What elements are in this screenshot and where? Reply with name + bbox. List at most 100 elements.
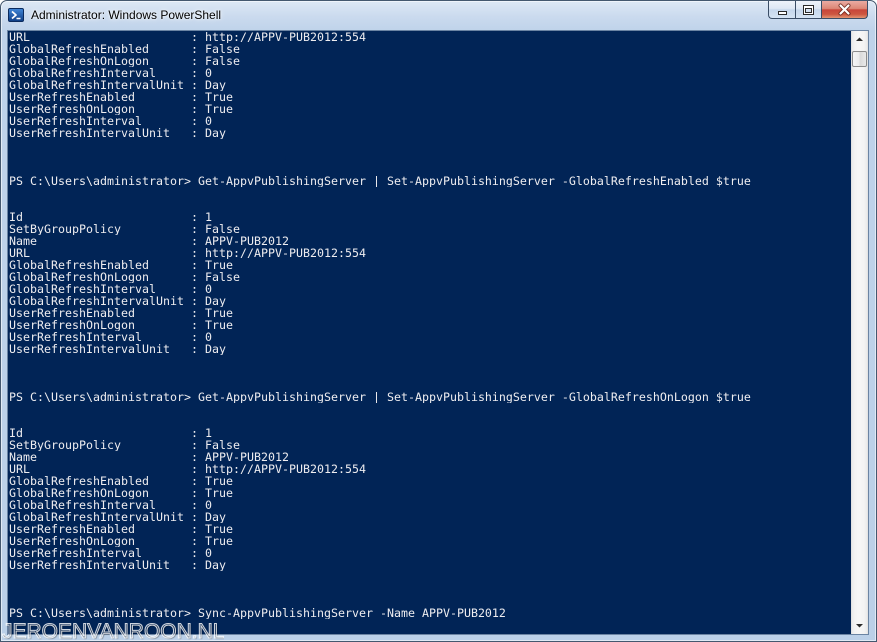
property-value: Day xyxy=(205,343,226,355)
property-value: 0 xyxy=(205,499,212,511)
powershell-icon[interactable] xyxy=(8,7,24,23)
property-separator: : xyxy=(191,511,198,523)
property-name: UserRefreshIntervalUnit xyxy=(9,127,170,139)
property-name: GlobalRefreshIntervalUnit xyxy=(9,295,184,307)
property-value: True xyxy=(205,535,233,547)
property-name: UserRefreshIntervalUnit xyxy=(9,559,170,571)
property-value: Day xyxy=(205,511,226,523)
property-value: APPV-PUB2012 xyxy=(205,451,289,463)
property-name: UserRefreshIntervalUnit xyxy=(9,343,170,355)
property-row: GlobalRefreshInterval:0 xyxy=(9,499,851,511)
property-name: UserRefreshEnabled xyxy=(9,307,135,319)
property-row: SetByGroupPolicy: False xyxy=(9,223,851,235)
title-bar[interactable]: Administrator: Windows PowerShell xyxy=(1,1,876,31)
command-line: PS C:\Users\administrator> Get-AppvPublis… xyxy=(9,175,851,187)
command-text: Sync-AppvPublishingServer -Name APPV-PUB… xyxy=(197,607,506,619)
property-name: GlobalRefreshInterval xyxy=(9,67,156,79)
property-separator: : xyxy=(191,547,198,559)
property-row: URL: http://APPV-PUB2012:554 xyxy=(9,463,851,475)
property-separator: : xyxy=(191,451,198,463)
property-separator: : xyxy=(191,319,198,331)
property-name: UserRefreshOnLogon xyxy=(9,319,135,331)
property-row: GlobalRefreshEnabled: True xyxy=(9,475,851,487)
command-text: Get-AppvPublishingServer | Set-AppvPubli… xyxy=(197,391,751,403)
property-separator: : xyxy=(191,103,198,115)
property-row: Name: APPV-PUB2012 xyxy=(9,451,851,463)
property-separator: : xyxy=(191,463,198,475)
output-block: Id:1 SetByGroupPolicy: False Name: APPV-PUB2… xyxy=(9,211,851,355)
property-value: True xyxy=(205,475,233,487)
property-name: SetByGroupPolicy xyxy=(9,223,121,235)
property-row: UserRefreshInterval:0 xyxy=(9,331,851,343)
property-value: Day xyxy=(205,295,226,307)
property-separator: : xyxy=(191,295,198,307)
close-button[interactable] xyxy=(821,1,868,19)
prompt-text: PS C:\Users\administrator> xyxy=(9,607,191,619)
property-row: UserRefreshOnLogon: True xyxy=(9,535,851,547)
property-row: UserRefreshEnabled: True xyxy=(9,307,851,319)
scroll-down-button[interactable] xyxy=(851,617,868,634)
property-separator: : xyxy=(191,31,198,43)
property-value: 0 xyxy=(205,115,212,127)
vertical-scrollbar[interactable] xyxy=(851,31,868,634)
property-separator: : xyxy=(191,271,198,283)
property-value: False xyxy=(205,223,240,235)
property-row: UserRefreshInterval:0 xyxy=(9,547,851,559)
property-row: UserRefreshIntervalUnit: Day xyxy=(9,343,851,355)
property-separator: : xyxy=(191,79,198,91)
property-name: GlobalRefreshOnLogon xyxy=(9,271,149,283)
property-row: GlobalRefreshEnabled: False xyxy=(9,43,851,55)
property-value: True xyxy=(205,103,233,115)
property-row: GlobalRefreshIntervalUnit: Day xyxy=(9,295,851,307)
property-name: UserRefreshEnabled xyxy=(9,523,135,535)
property-value: http://APPV-PUB2012:554 xyxy=(205,31,366,43)
property-separator: : xyxy=(191,499,198,511)
property-row: GlobalRefreshInterval:0 xyxy=(9,283,851,295)
console-output[interactable]: URL: http://APPV-PUB2012:554 GlobalRefresh… xyxy=(8,31,851,634)
property-row: URL: http://APPV-PUB2012:554 xyxy=(9,31,851,43)
property-separator: : xyxy=(191,559,198,571)
property-row: SetByGroupPolicy: False xyxy=(9,439,851,451)
property-value: True xyxy=(205,523,233,535)
property-value: 0 xyxy=(205,283,212,295)
property-separator: : xyxy=(191,331,198,343)
property-value: True xyxy=(205,487,233,499)
property-separator: : xyxy=(191,535,198,547)
property-name: URL xyxy=(9,463,30,475)
property-value: http://APPV-PUB2012:554 xyxy=(205,463,366,475)
property-separator: : xyxy=(191,223,198,235)
arrow-down-icon xyxy=(851,617,868,634)
property-name: UserRefreshInterval xyxy=(9,331,142,343)
property-row: GlobalRefreshOnLogon: True xyxy=(9,487,851,499)
property-row: UserRefreshEnabled: True xyxy=(9,91,851,103)
property-name: Name xyxy=(9,451,37,463)
output-block: Id:1 SetByGroupPolicy: False Name: APPV-PUB2… xyxy=(9,427,851,571)
property-row: GlobalRefreshInterval:0 xyxy=(9,67,851,79)
property-name: Name xyxy=(9,235,37,247)
property-value: False xyxy=(205,439,240,451)
property-separator: : xyxy=(191,91,198,103)
property-value: False xyxy=(205,271,240,283)
scroll-up-button[interactable] xyxy=(851,31,868,48)
property-separator: : xyxy=(191,475,198,487)
property-row: UserRefreshIntervalUnit: Day xyxy=(9,127,851,139)
output-block: URL: http://APPV-PUB2012:554 GlobalRefresh… xyxy=(9,31,851,139)
property-name: GlobalRefreshOnLogon xyxy=(9,487,149,499)
property-value: APPV-PUB2012 xyxy=(205,235,289,247)
property-row: GlobalRefreshIntervalUnit: Day xyxy=(9,79,851,91)
property-row: URL: http://APPV-PUB2012:554 xyxy=(9,247,851,259)
property-separator: : xyxy=(191,55,198,67)
scroll-thumb[interactable] xyxy=(852,50,867,67)
property-name: GlobalRefreshOnLogon xyxy=(9,55,149,67)
property-row: Id:1 xyxy=(9,427,851,439)
property-row: Id:1 xyxy=(9,211,851,223)
property-name: GlobalRefreshIntervalUnit xyxy=(9,79,184,91)
property-name: GlobalRefreshInterval xyxy=(9,499,156,511)
property-name: SetByGroupPolicy xyxy=(9,439,121,451)
property-value: 0 xyxy=(205,67,212,79)
property-separator: : xyxy=(191,115,198,127)
minimize-button[interactable] xyxy=(768,1,795,19)
maximize-button[interactable] xyxy=(795,1,821,19)
property-row: UserRefreshOnLogon: True xyxy=(9,319,851,331)
property-separator: : xyxy=(191,127,198,139)
